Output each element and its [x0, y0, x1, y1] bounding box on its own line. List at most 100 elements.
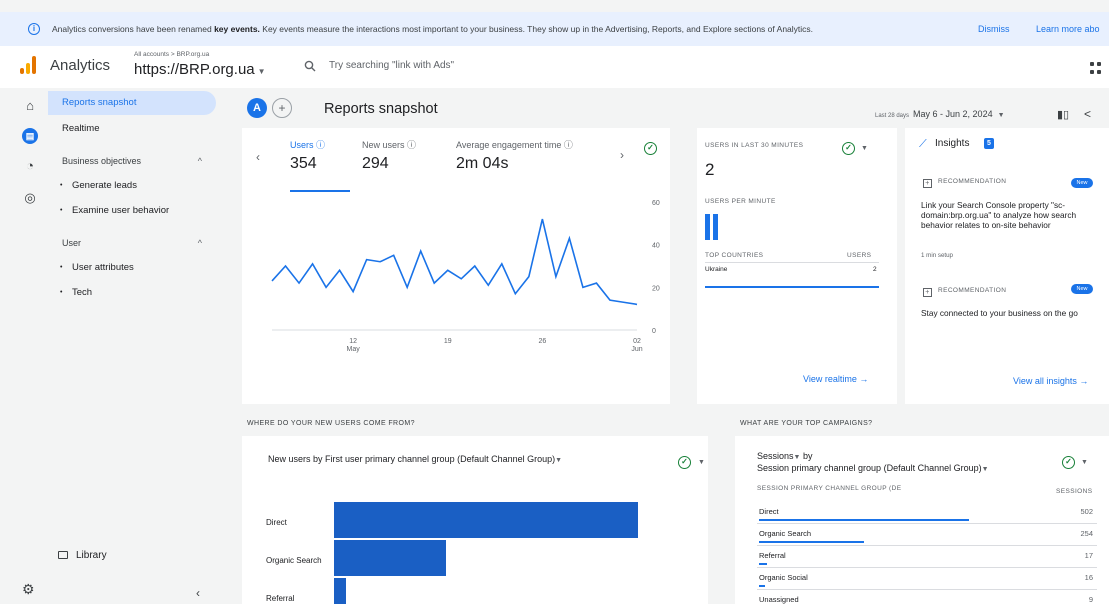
new-users-bar — [334, 540, 447, 576]
reports-icon[interactable]: ▤ — [22, 128, 38, 144]
y-tick-label: 60 — [652, 200, 660, 207]
chevron-down-icon[interactable]: ▼ — [861, 145, 868, 152]
insights-title: Insights — [935, 138, 970, 149]
users-last-30-value: 2 — [705, 160, 715, 179]
nav-item-library[interactable]: Library — [58, 550, 107, 561]
nav-item-tech[interactable]: Tech — [48, 281, 216, 305]
per-minute-bar — [713, 214, 718, 240]
table-row[interactable]: Organic Social 16 — [757, 568, 1097, 590]
users-per-minute-label: USERS PER MINUTE — [705, 198, 776, 205]
dismiss-button[interactable]: Dismiss — [978, 24, 1010, 34]
per-minute-bar — [705, 214, 710, 240]
metric-new-users[interactable]: New users ⓘ 294 — [362, 138, 416, 173]
compare-icon[interactable]: ▮▯ — [1057, 108, 1069, 121]
account-breadcrumb[interactable]: All accounts > BRP.org.ua — [134, 51, 209, 58]
chevron-up-icon: ^ — [197, 238, 202, 248]
new-badge: New — [1071, 178, 1093, 188]
row-share-bar — [759, 519, 969, 521]
chevron-down-icon[interactable]: ▼ — [1081, 459, 1088, 466]
apps-grid-icon[interactable] — [1090, 62, 1102, 74]
new-users-card: New users by First user primary channel … — [242, 436, 708, 604]
table-row[interactable]: Referral 17 — [757, 546, 1097, 568]
new-users-chart-title[interactable]: New users by First user primary channel … — [268, 454, 562, 464]
folder-icon — [58, 551, 68, 559]
metric-engagement-time[interactable]: Average engagement time ⓘ 2m 04s — [456, 138, 573, 173]
x-tick-label: 26 — [538, 338, 546, 345]
metric-users[interactable]: Users ⓘ 354 — [290, 138, 325, 173]
date-range-picker[interactable]: Last 28 days May 6 - Jun 2, 2024 ▼ — [875, 109, 1005, 119]
country-name: Ukraine — [705, 266, 728, 273]
check-icon[interactable]: ✓ — [842, 142, 855, 155]
row-value: 254 — [1080, 529, 1093, 538]
row-value: 9 — [1088, 595, 1093, 604]
chevron-down-icon: ▼ — [257, 67, 266, 76]
reports-nav: Reports snapshot Realtime Business objec… — [48, 88, 220, 604]
info-icon: i — [28, 23, 40, 35]
new-badge: New — [1071, 284, 1093, 294]
users-series-line — [271, 218, 638, 306]
property-selector[interactable]: https://BRP.org.ua ▼ — [134, 61, 266, 78]
share-icon[interactable]: < — [1084, 107, 1091, 121]
insights-count-badge: 5 — [984, 138, 994, 149]
add-comparison-icon[interactable]: + — [272, 98, 292, 118]
view-realtime-link[interactable]: View realtime → — [803, 374, 868, 384]
search-input[interactable]: Try searching "link with Ads" — [329, 60, 454, 71]
row-label: Direct — [759, 507, 779, 516]
explore-icon[interactable]: ◔ — [22, 158, 38, 174]
recommendation-label: + RECOMMENDATION — [923, 287, 1006, 297]
insights-card: ⟋ Insights 5 + RECOMMENDATION New Link yo… — [905, 128, 1109, 404]
recommendation-subtext: 1 min setup — [921, 252, 953, 259]
settings-icon[interactable]: ⚙ — [22, 581, 35, 598]
bar-label: Direct — [266, 518, 287, 527]
advertising-icon[interactable]: ◎ — [22, 190, 38, 206]
check-icon[interactable]: ✓ — [1062, 456, 1075, 469]
x-tick-label: 19 — [444, 338, 452, 345]
recommendation-text[interactable]: Link your Search Console property "sc-do… — [921, 200, 1091, 230]
top-countries-label: TOP COUNTRIES — [705, 252, 764, 259]
home-icon[interactable]: ⌂ — [22, 98, 38, 114]
x-tick-label: 12 — [349, 338, 357, 345]
x-tick-label: May — [346, 346, 360, 353]
overview-card: Users ⓘ 354 New users ⓘ 294 Average enga… — [242, 128, 670, 404]
campaigns-section-title: WHAT ARE YOUR TOP CAMPAIGNS? — [740, 420, 873, 427]
comparison-avatar[interactable]: A — [247, 98, 267, 118]
row-value: 502 — [1080, 507, 1093, 516]
nav-item-reports-snapshot[interactable]: Reports snapshot — [48, 91, 216, 115]
collapse-nav-icon[interactable]: ‹ — [196, 586, 200, 600]
row-label: Referral — [759, 551, 786, 560]
recommendation-icon: + — [923, 179, 932, 188]
analytics-logo-icon — [20, 56, 38, 74]
chevron-right-icon[interactable]: › — [620, 148, 624, 162]
bar-label: Referral — [266, 594, 295, 603]
table-row[interactable]: Organic Search 254 — [757, 524, 1097, 546]
recommendation-text[interactable]: Stay connected to your business on the g… — [921, 308, 1091, 318]
search-icon — [304, 60, 316, 72]
table-row[interactable]: Direct 502 — [757, 502, 1097, 524]
table-row[interactable]: Unassigned 9 — [757, 590, 1097, 604]
chevron-down-icon[interactable]: ▼ — [698, 459, 705, 466]
row-label: Unassigned — [759, 595, 799, 604]
nav-item-user-attributes[interactable]: User attributes — [48, 256, 216, 280]
row-label: Organic Social — [759, 573, 808, 582]
view-all-insights-link[interactable]: View all insights → — [1013, 376, 1088, 386]
nav-group-business-objectives[interactable]: Business objectives ^ — [48, 149, 216, 173]
y-tick-label: 20 — [652, 285, 660, 292]
row-value: 17 — [1084, 551, 1093, 560]
nav-item-examine-user-behavior[interactable]: Examine user behavior — [48, 199, 216, 223]
check-icon[interactable]: ✓ — [644, 142, 657, 155]
users-line-chart: 0 20 40 60 12May 19 26 02Jun — [271, 200, 660, 353]
nav-group-user[interactable]: User ^ — [48, 231, 216, 255]
campaigns-chart-dimension[interactable]: Session primary channel group (Default C… — [757, 463, 989, 473]
chevron-left-icon[interactable]: ‹ — [256, 150, 260, 164]
x-tick-label: Jun — [631, 346, 642, 353]
nav-item-generate-leads[interactable]: Generate leads — [48, 174, 216, 198]
row-share-bar — [759, 563, 768, 565]
learn-more-link[interactable]: Learn more abo — [1036, 24, 1100, 34]
campaigns-chart-title[interactable]: Sessions▼ by — [757, 451, 813, 461]
recommendation-label: + RECOMMENDATION — [923, 178, 1006, 188]
nav-item-realtime[interactable]: Realtime — [48, 117, 216, 141]
check-icon[interactable]: ✓ — [678, 456, 691, 469]
country-value: 2 — [873, 266, 878, 273]
chevron-down-icon: ▼ — [997, 112, 1005, 119]
insights-sparkle-icon: ⟋ — [919, 138, 927, 150]
